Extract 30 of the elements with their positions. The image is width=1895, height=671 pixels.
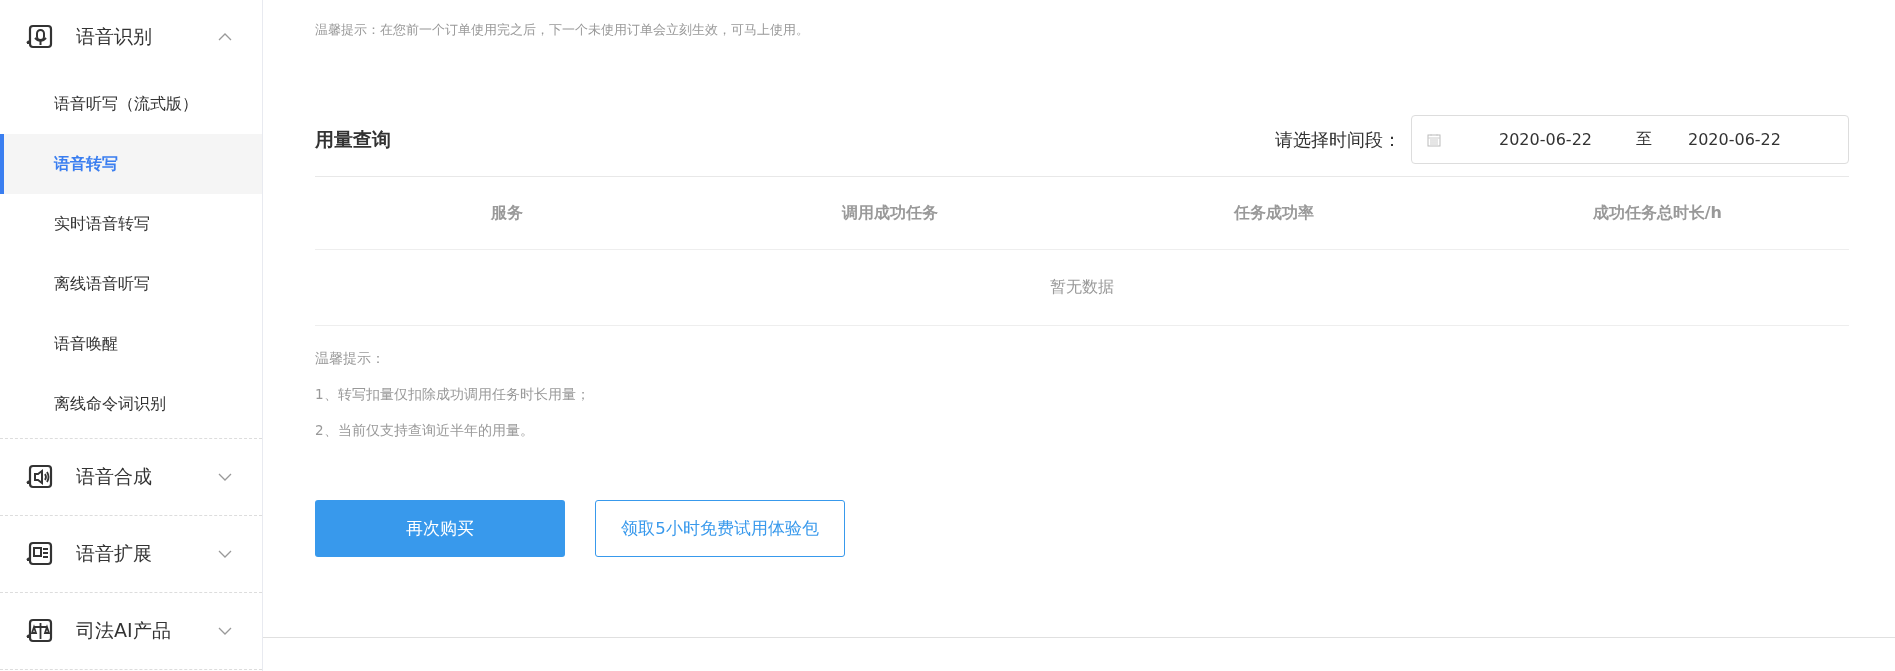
note-text: 1、转写扣量仅扣除成功调用任务时长用量；	[315, 385, 591, 404]
calendar-icon	[1427, 132, 1441, 147]
group-icon	[26, 23, 54, 51]
menu-group-header[interactable]: 语音合成	[0, 439, 262, 515]
menu-item[interactable]: 语音唤醒	[0, 314, 262, 374]
note-text: 温馨提示：	[315, 349, 386, 368]
chevron-icon	[218, 473, 232, 481]
empty-text: 暂无数据	[1050, 277, 1114, 298]
column-header: 任务成功率	[1232, 202, 1315, 224]
column-header: 服务	[489, 202, 524, 224]
note-text: 2、当前仅支持查询近半年的用量。	[315, 421, 535, 440]
column-header: 调用成功任务	[840, 202, 940, 224]
menu-group-header[interactable]: 语音扩展	[0, 516, 262, 592]
menu-group-header[interactable]: 司法AI产品	[0, 593, 262, 669]
group-icon	[26, 540, 54, 568]
chevron-icon	[218, 627, 232, 635]
menu-item[interactable]: 离线命令词识别	[0, 374, 262, 434]
column-header: 成功任务总时长/h	[1591, 202, 1723, 224]
group-icon	[26, 617, 54, 645]
range-label: 请选择时间段：	[1275, 127, 1401, 152]
date-range-field[interactable]: 2020-06-22 至 2020-06-22	[1411, 115, 1849, 164]
menu-item[interactable]: 语音转写	[0, 134, 262, 194]
chevron-icon	[218, 550, 232, 558]
menu-item[interactable]: 语音听写（流式版）	[0, 74, 262, 134]
menu-item[interactable]: 离线语音听写	[0, 254, 262, 314]
chevron-icon	[218, 33, 232, 41]
menu-item[interactable]: 实时语音转写	[0, 194, 262, 254]
menu-group-header[interactable]: 语音识别	[0, 0, 262, 74]
group-icon	[26, 463, 54, 491]
section-title: 用量查询	[315, 126, 391, 152]
